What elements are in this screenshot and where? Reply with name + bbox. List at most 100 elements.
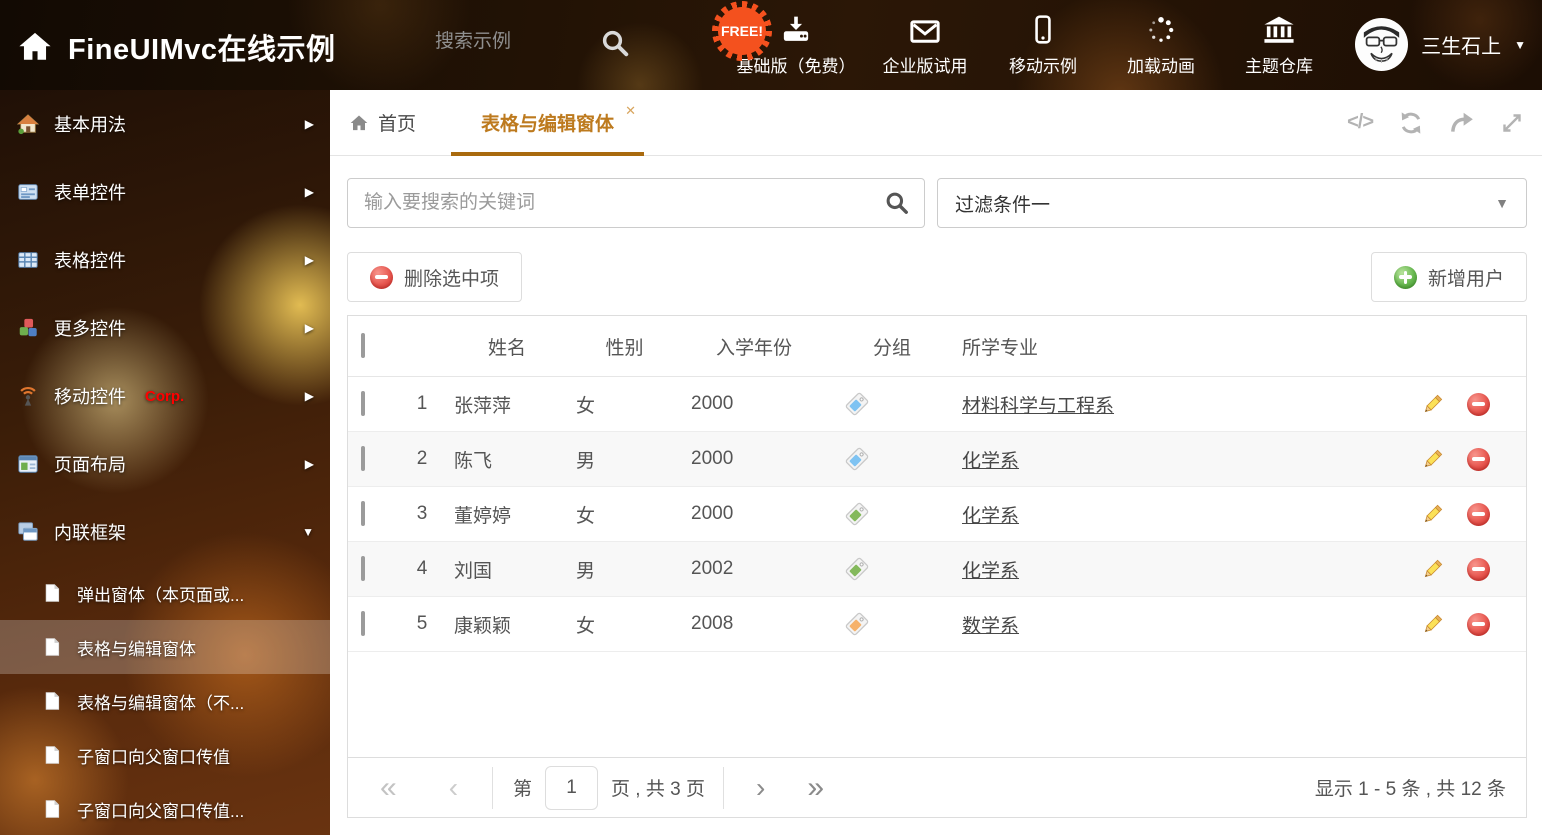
major-link[interactable]: 化学系 [962, 561, 1019, 582]
sidebar-item-page-layout[interactable]: 页面布局 ▶ [0, 430, 330, 498]
row-number: 4 [398, 558, 446, 580]
nav-enterprise-trial[interactable]: 企业版试用 [876, 9, 974, 77]
row-number: 1 [398, 393, 446, 415]
sidebar-item-more-controls[interactable]: 更多控件 ▶ [0, 294, 330, 362]
row-checkbox[interactable] [361, 446, 365, 471]
filter-select[interactable]: 过滤条件一 ▼ [937, 178, 1527, 228]
prev-page-icon[interactable]: ‹ [449, 772, 458, 804]
column-header-gender[interactable]: 性别 [568, 333, 681, 360]
sidebar-item-mobile-controls[interactable]: 移动控件 Corp. ▶ [0, 362, 330, 430]
sidebar-subitem-label: 表格与编辑窗体（不... [77, 689, 244, 714]
sidebar-subitem-popup-window[interactable]: 弹出窗体（本页面或... [0, 566, 330, 620]
sidebar-subitem-grid-edit-window-2[interactable]: 表格与编辑窗体（不... [0, 674, 330, 728]
row-checkbox[interactable] [361, 611, 365, 636]
add-user-button[interactable]: 新增用户 [1371, 252, 1527, 302]
filter-row: 过滤条件一 ▼ [347, 178, 1527, 228]
table-row: 2 陈飞 男 2000 化学系 [348, 432, 1526, 487]
edit-icon[interactable] [1409, 503, 1455, 526]
column-header-major[interactable]: 所学专业 [957, 333, 1233, 360]
file-icon [42, 583, 62, 603]
sidebar-item-grid-controls[interactable]: 表格控件 ▶ [0, 226, 330, 294]
grid-header-row: 姓名 性别 入学年份 分组 所学专业 [348, 316, 1526, 377]
last-page-icon[interactable]: » [807, 771, 824, 805]
app-title: FineUIMvc在线示例 [68, 26, 336, 68]
sidebar-item-inline-frame[interactable]: 内联框架 ▼ [0, 498, 330, 566]
cell-gender: 女 [568, 501, 681, 528]
user-menu[interactable]: 三生石上 ▼ [1355, 18, 1526, 71]
mobile-icon [1030, 15, 1056, 45]
delete-icon[interactable] [1467, 393, 1490, 416]
column-header-group[interactable]: 分组 [827, 333, 957, 360]
file-icon [42, 799, 62, 819]
search-icon[interactable] [600, 28, 630, 58]
tab-home[interactable]: 首页 [347, 109, 418, 136]
select-all-checkbox[interactable] [361, 333, 365, 358]
nav-label: 企业版试用 [883, 52, 968, 77]
sidebar-item-label: 内联框架 [54, 519, 126, 545]
tab-grid-edit-window[interactable]: 表格与编辑窗体 ✕ [451, 90, 644, 155]
delete-icon[interactable] [1467, 448, 1490, 471]
app-logo[interactable]: FineUIMvc在线示例 [18, 26, 336, 68]
nav-basic-free[interactable]: FREE! 基础版（免费） [706, 9, 856, 77]
refresh-icon[interactable] [1398, 110, 1424, 136]
delete-selected-button[interactable]: 删除选中项 [347, 252, 522, 302]
keyword-search-input[interactable] [362, 191, 884, 215]
tab-label: 首页 [378, 109, 416, 136]
edit-icon[interactable] [1409, 448, 1455, 471]
cell-year: 2000 [681, 448, 827, 470]
table-row: 5 康颖颖 女 2008 数学系 [348, 597, 1526, 652]
major-link[interactable]: 材料科学与工程系 [962, 396, 1114, 417]
edit-icon[interactable] [1409, 613, 1455, 636]
first-page-icon[interactable]: « [380, 771, 397, 805]
edit-icon[interactable] [1409, 393, 1455, 416]
chevron-right-icon: ▶ [305, 253, 314, 267]
download-icon [779, 15, 813, 45]
major-link[interactable]: 化学系 [962, 506, 1019, 527]
cell-group [827, 446, 957, 472]
delete-icon[interactable] [1467, 503, 1490, 526]
keyword-search-box[interactable] [347, 178, 925, 228]
share-icon[interactable] [1449, 110, 1475, 136]
nav-theme-repo[interactable]: 主题仓库 [1230, 9, 1328, 77]
cell-gender: 女 [568, 391, 681, 418]
table-row: 4 刘国 男 2002 化学系 [348, 542, 1526, 597]
cell-year: 2000 [681, 393, 827, 415]
nav-loading-animation[interactable]: 加载动画 [1112, 9, 1210, 77]
cell-name: 刘国 [446, 556, 568, 583]
row-checkbox[interactable] [361, 391, 365, 416]
sidebar-subitem-child-to-parent-2[interactable]: 子窗口向父窗口传值... [0, 782, 330, 835]
header-search[interactable] [433, 30, 593, 54]
sidebar-item-form-controls[interactable]: 表单控件 ▶ [0, 158, 330, 226]
delete-icon[interactable] [1467, 613, 1490, 636]
major-link[interactable]: 化学系 [962, 451, 1019, 472]
nav-mobile-demo[interactable]: 移动示例 [994, 9, 1092, 77]
column-header-name[interactable]: 姓名 [446, 333, 568, 360]
nav-label: 移动示例 [1009, 52, 1077, 77]
tag-icon [844, 446, 870, 472]
sidebar-subitem-child-to-parent[interactable]: 子窗口向父窗口传值 [0, 728, 330, 782]
delete-icon[interactable] [1467, 558, 1490, 581]
next-page-icon[interactable]: › [756, 772, 765, 804]
cell-gender: 女 [568, 611, 681, 638]
row-checkbox[interactable] [361, 501, 365, 526]
edit-icon[interactable] [1409, 558, 1455, 581]
free-badge: FREE! [712, 1, 772, 61]
expand-icon[interactable] [1500, 111, 1524, 135]
sidebar-subitem-label: 表格与编辑窗体 [77, 635, 196, 660]
sidebar-subitem-grid-edit-window[interactable]: 表格与编辑窗体 [0, 620, 330, 674]
search-icon[interactable] [884, 190, 910, 216]
sidebar-item-label: 更多控件 [54, 315, 126, 341]
column-header-year[interactable]: 入学年份 [681, 333, 827, 360]
sidebar-item-basic-usage[interactable]: 基本用法 ▶ [0, 90, 330, 158]
row-checkbox[interactable] [361, 556, 365, 581]
grid-pagination: « ‹ 第 1 页 , 共 3 页 › » 显示 1 - 5 条 , 共 12 … [348, 757, 1526, 817]
header-search-input[interactable] [433, 30, 593, 54]
major-link[interactable]: 数学系 [962, 616, 1019, 637]
page-number-input[interactable]: 1 [545, 766, 598, 810]
cubes-icon [17, 317, 39, 339]
source-code-icon[interactable]: </> [1347, 111, 1373, 134]
tab-toolbar: </> [1347, 90, 1524, 155]
close-icon[interactable]: ✕ [625, 103, 636, 119]
grid-empty-space [348, 652, 1526, 757]
button-label: 新增用户 [1428, 264, 1504, 291]
